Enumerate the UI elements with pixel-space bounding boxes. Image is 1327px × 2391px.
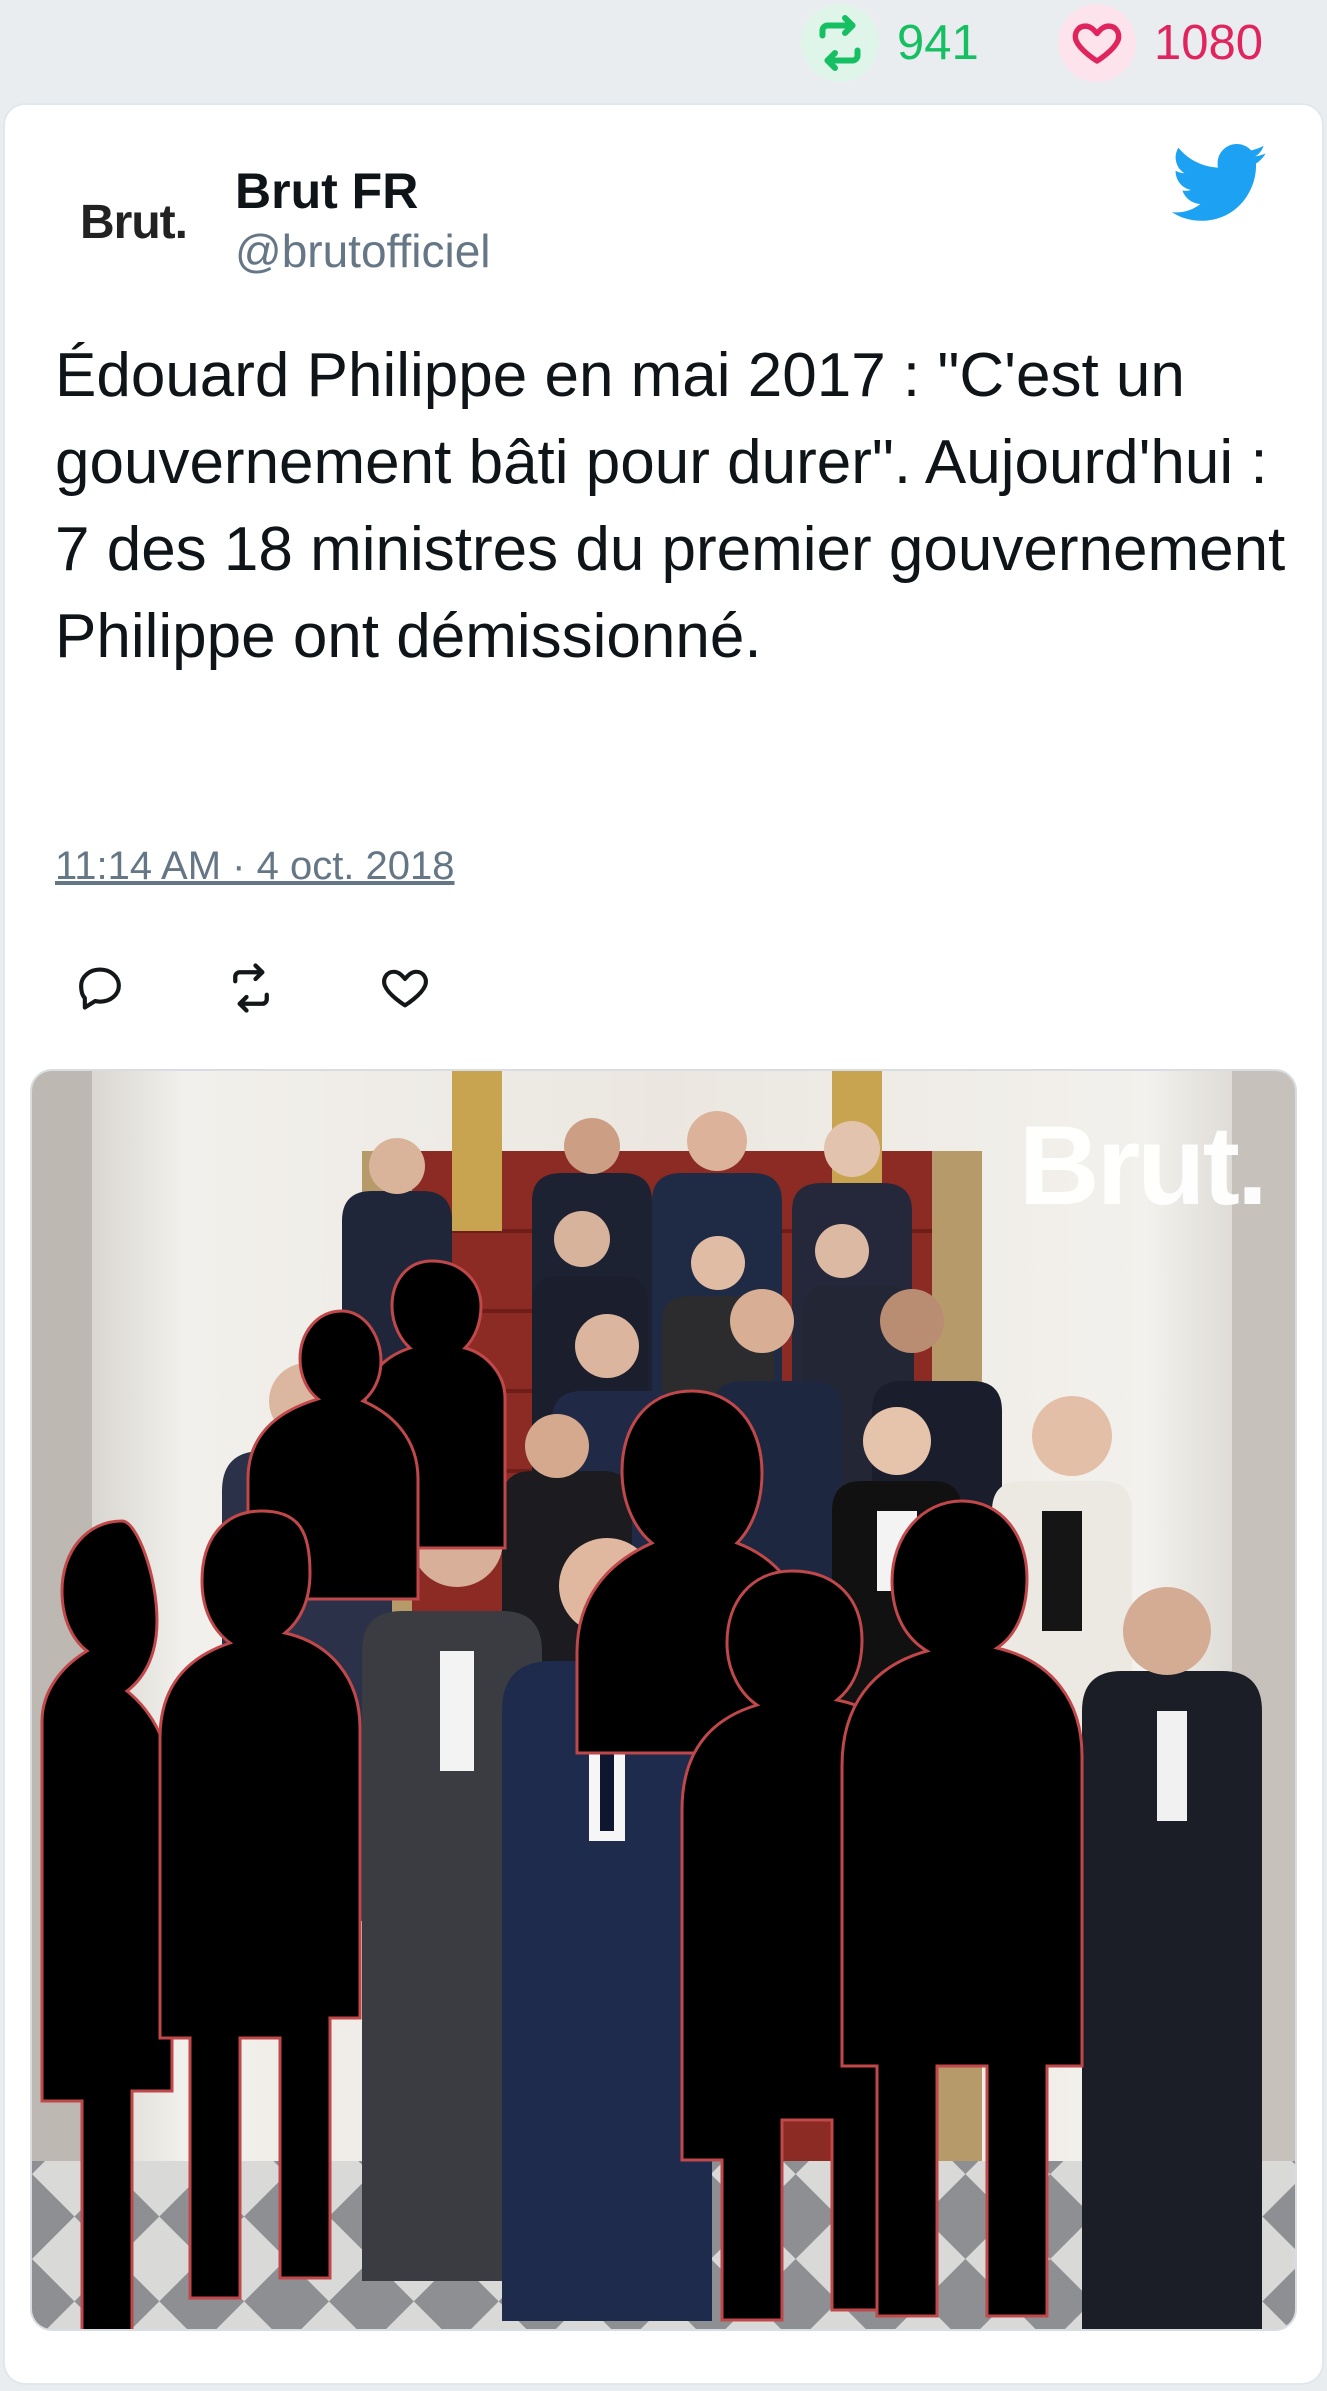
avatar[interactable]: Brut. [80,195,188,250]
retweet-count[interactable]: 941 [801,4,979,82]
tweet-media-photo[interactable]: Brut. [30,1069,1297,2331]
retweet-icon [801,4,879,82]
heart-icon [379,962,431,1019]
like-button[interactable] [375,960,435,1020]
retweet-button[interactable] [221,960,281,1020]
government-group-photo [32,1071,1295,2329]
like-count-value: 1080 [1154,16,1264,70]
tweet-timestamp[interactable]: 11:14 AM · 4 oct. 2018 [55,844,455,889]
media-watermark: Brut. [1018,1103,1268,1228]
author-name[interactable]: Brut FR [235,162,418,220]
like-count[interactable]: 1080 [1058,4,1263,82]
tweet-text: Édouard Philippe en mai 2017 : "C'est un… [55,341,1286,671]
retweet-icon [224,961,278,1020]
heart-icon [1058,4,1136,82]
stats-bar: 941 1080 [0,0,1327,100]
retweet-count-value: 941 [897,16,979,70]
reply-button[interactable] [70,960,130,1020]
author-handle[interactable]: @brutofficiel [235,224,491,278]
twitter-bird-icon[interactable] [1171,143,1268,225]
reply-icon [74,962,126,1019]
